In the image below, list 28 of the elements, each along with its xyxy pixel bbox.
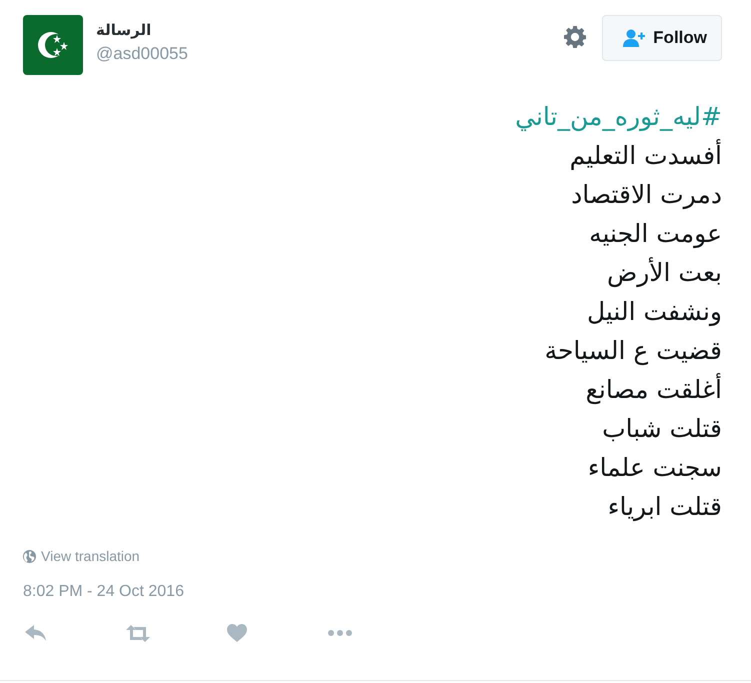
globe-icon [23,550,36,562]
tweet-text-line: بعت الأرض [606,256,722,290]
author-name[interactable]: الرسالة [96,19,152,41]
retweet-icon [126,624,150,642]
tweet-text-line: ونشفت النيل [586,296,722,328]
more-icon [328,630,352,636]
more-button[interactable] [328,630,352,636]
follow-button[interactable]: Follow [602,15,722,61]
tweet-text-line: أفسدت التعليم [570,138,722,172]
hashtag-link[interactable]: #ليه_ثوره_من_تاني [515,97,722,136]
settings-icon[interactable] [564,26,586,48]
view-translation-link[interactable]: View translation [41,548,140,564]
like-button[interactable] [227,624,247,642]
tweet-text-line: سجنت علماء [588,452,722,484]
reply-icon [25,624,47,642]
tweet-text-line: قتلت شباب [602,413,722,445]
reply-button[interactable] [25,624,47,642]
tweet-timestamp[interactable]: 8:02 PM - 24 Oct 2016 [23,583,184,601]
tweet-text-line: دمرت الاقتصاد [571,179,722,212]
tweet-text-line: قتلت ابرياء [608,491,722,524]
tweet-text-line: عومت الجنيه [589,218,722,250]
add-person-icon [623,29,646,47]
avatar-icon[interactable] [23,15,83,75]
author-handle[interactable]: @asd00055 [96,43,188,65]
retweet-button[interactable] [126,624,150,642]
tweet-text-line: قضيت ع السياحة [544,335,722,368]
tweet-text-line: أغلقت مصانع [586,372,722,406]
heart-icon [227,624,247,642]
